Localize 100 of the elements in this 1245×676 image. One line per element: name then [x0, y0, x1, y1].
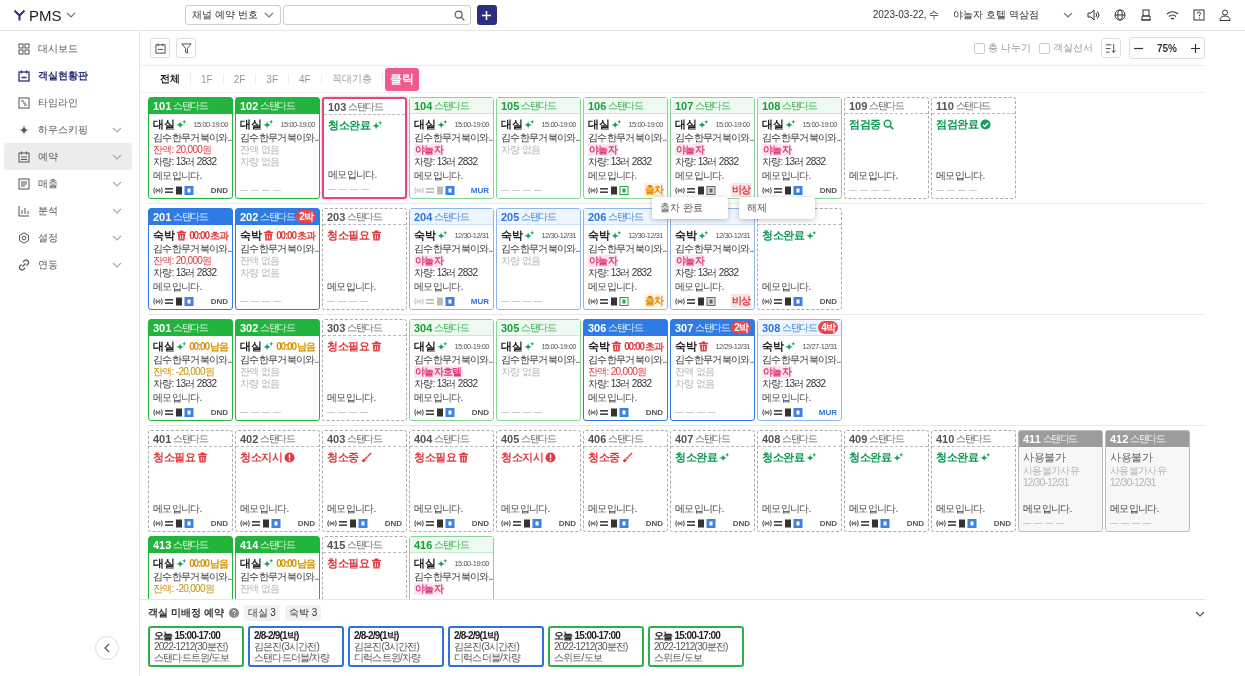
reservation-text: 2022-1212(30분전) — [654, 641, 729, 652]
room-number: 103 — [328, 100, 347, 113]
memo-text: 메모입니다. — [1110, 503, 1160, 515]
count-chip: 숙박 3 — [284, 605, 322, 621]
room-type: 스탠다드 — [173, 209, 208, 224]
status-tag: MUR — [817, 407, 838, 417]
reservation-text: 김은진(3시간전) — [454, 641, 520, 652]
time-text: 00:00 초과 — [189, 228, 229, 243]
room-type: 스탠다드 — [260, 98, 295, 113]
status-tag: DND — [209, 518, 229, 528]
info-text: 차량: 13러 2832 — [675, 267, 739, 279]
info-text: 잔액 없음 — [240, 255, 280, 267]
info-text: 김수한무거북이와.. — [240, 132, 319, 144]
room-type: 스탠다드 — [608, 98, 643, 113]
room-number: 413 — [153, 538, 172, 551]
room-number: 106 — [588, 99, 607, 112]
status-tag: 비상 — [731, 294, 751, 308]
room-status: 숙박 — [762, 339, 783, 354]
info-text: 차량 없음 — [240, 156, 280, 168]
memo-text: 메모입니다. — [936, 170, 986, 182]
info-text: 김수한무거북이와.. — [414, 132, 493, 144]
info-text: 김수한무거북이와.. — [588, 132, 667, 144]
room-number: 201 — [153, 210, 172, 223]
channel-tag: 야놀자 — [675, 144, 705, 156]
status-tag: DND — [818, 185, 838, 195]
info-text: 차량: 13러 2832 — [414, 156, 478, 168]
room-number: 414 — [240, 538, 259, 551]
room-status: 청소완료 — [762, 450, 804, 465]
room-number: 109 — [849, 99, 868, 112]
room-type: 스탠다드 — [608, 209, 643, 224]
memo-text: 메모입니다. — [153, 281, 203, 293]
room-number: 304 — [414, 321, 433, 334]
memo-text: 메모입니다. — [501, 503, 551, 515]
nights-badge: 2박 — [296, 210, 316, 223]
room-type: 스탠다드 — [782, 320, 817, 335]
info-text: 차량: 13러 2832 — [762, 378, 826, 390]
info-text: 김수한무거북이와.. — [762, 354, 841, 366]
room-number: 101 — [153, 99, 172, 112]
room-type: 스탠다드 — [695, 98, 730, 113]
info-text: 김수한무거북이와.. — [414, 354, 493, 366]
room-type: 스탠다드 — [347, 431, 382, 446]
room-status: 대실 — [153, 117, 174, 132]
memo-text: 메모입니다. — [762, 392, 812, 404]
room-number: 416 — [414, 538, 433, 551]
room-type: 스탠다드 — [347, 537, 382, 552]
section-title: 객실 미배정 예약 — [148, 606, 224, 620]
room-status: 대실 — [240, 117, 261, 132]
info-text: 잔액 없음 — [675, 366, 715, 378]
brand-name: PMS — [29, 6, 62, 24]
status-tag: DND — [383, 518, 403, 528]
room-type: 스탠다드 — [869, 98, 904, 113]
reservation-text: 김은진(3시간전) — [254, 641, 320, 652]
memo-text: 메모입니다. — [414, 503, 464, 515]
room-type: 스탠다드 — [608, 320, 643, 335]
info-text: 사용불가사유 — [1023, 465, 1079, 477]
channel-tag: 야놀자 — [414, 144, 444, 156]
room-type: 스탠다드 — [348, 99, 383, 114]
room-status: 대실 — [588, 117, 609, 132]
room-number: 308 — [762, 321, 781, 334]
room-status: 숙박 — [240, 228, 261, 243]
info-text: 차량: 13러 2832 — [153, 267, 217, 279]
time-text: 00:00 남음 — [276, 556, 316, 571]
room-number: 407 — [675, 432, 694, 445]
channel-tag: 야놀자 — [588, 255, 618, 267]
info-text: 잔액 없음 — [240, 583, 280, 595]
room-type: 스탠다드 — [1042, 431, 1077, 446]
info-text: 김수한무거북이와.. — [153, 354, 232, 366]
room-number: 307 — [675, 321, 694, 334]
status-tag: DND — [470, 518, 490, 528]
room-status: 점검중 — [849, 117, 881, 132]
room-number: 411 — [1023, 432, 1041, 445]
info-text: 김수한무거북이와.. — [153, 243, 232, 255]
memo-text: 메모입니다. — [936, 503, 986, 515]
room-status: 대실 — [240, 339, 261, 354]
info-text: 차량: 13러 2832 — [675, 156, 739, 168]
info-text: 차량 없음 — [240, 378, 280, 390]
memo-text: 메모입니다. — [153, 503, 203, 515]
memo-text: 메모입니다. — [327, 281, 377, 293]
room-number: 415 — [327, 538, 346, 551]
room-number: 202 — [240, 210, 259, 223]
room-type: 스탠다드 — [434, 98, 469, 113]
room-type: 스탠다드 — [434, 537, 469, 552]
room-number: 305 — [501, 321, 520, 334]
room-type: 스탠다드 — [347, 209, 382, 224]
room-number: 105 — [501, 99, 520, 112]
room-status: 숙박 — [675, 228, 696, 243]
memo-text: 메모입니다. — [414, 170, 464, 182]
time-text: 00:00 남음 — [276, 339, 316, 354]
room-type: 스탠다드 — [521, 431, 556, 446]
room-type: 스탠다드 — [173, 320, 208, 335]
reservation-text: 2022-1212(30분전) — [554, 641, 629, 652]
room-status: 사용불가 — [1110, 450, 1152, 465]
status-tag: MUR — [469, 185, 490, 195]
room-number: 104 — [414, 99, 433, 112]
info-text: 사용불가사유 — [1110, 465, 1166, 477]
info-text: 차량: 13러 2832 — [153, 378, 217, 390]
room-type: 스탠다드 — [1130, 431, 1165, 446]
info-text: 차량 없음 — [501, 255, 541, 267]
channel-tag: 야놀자호텔 — [414, 366, 463, 378]
nights-badge: 4박 — [818, 321, 838, 334]
